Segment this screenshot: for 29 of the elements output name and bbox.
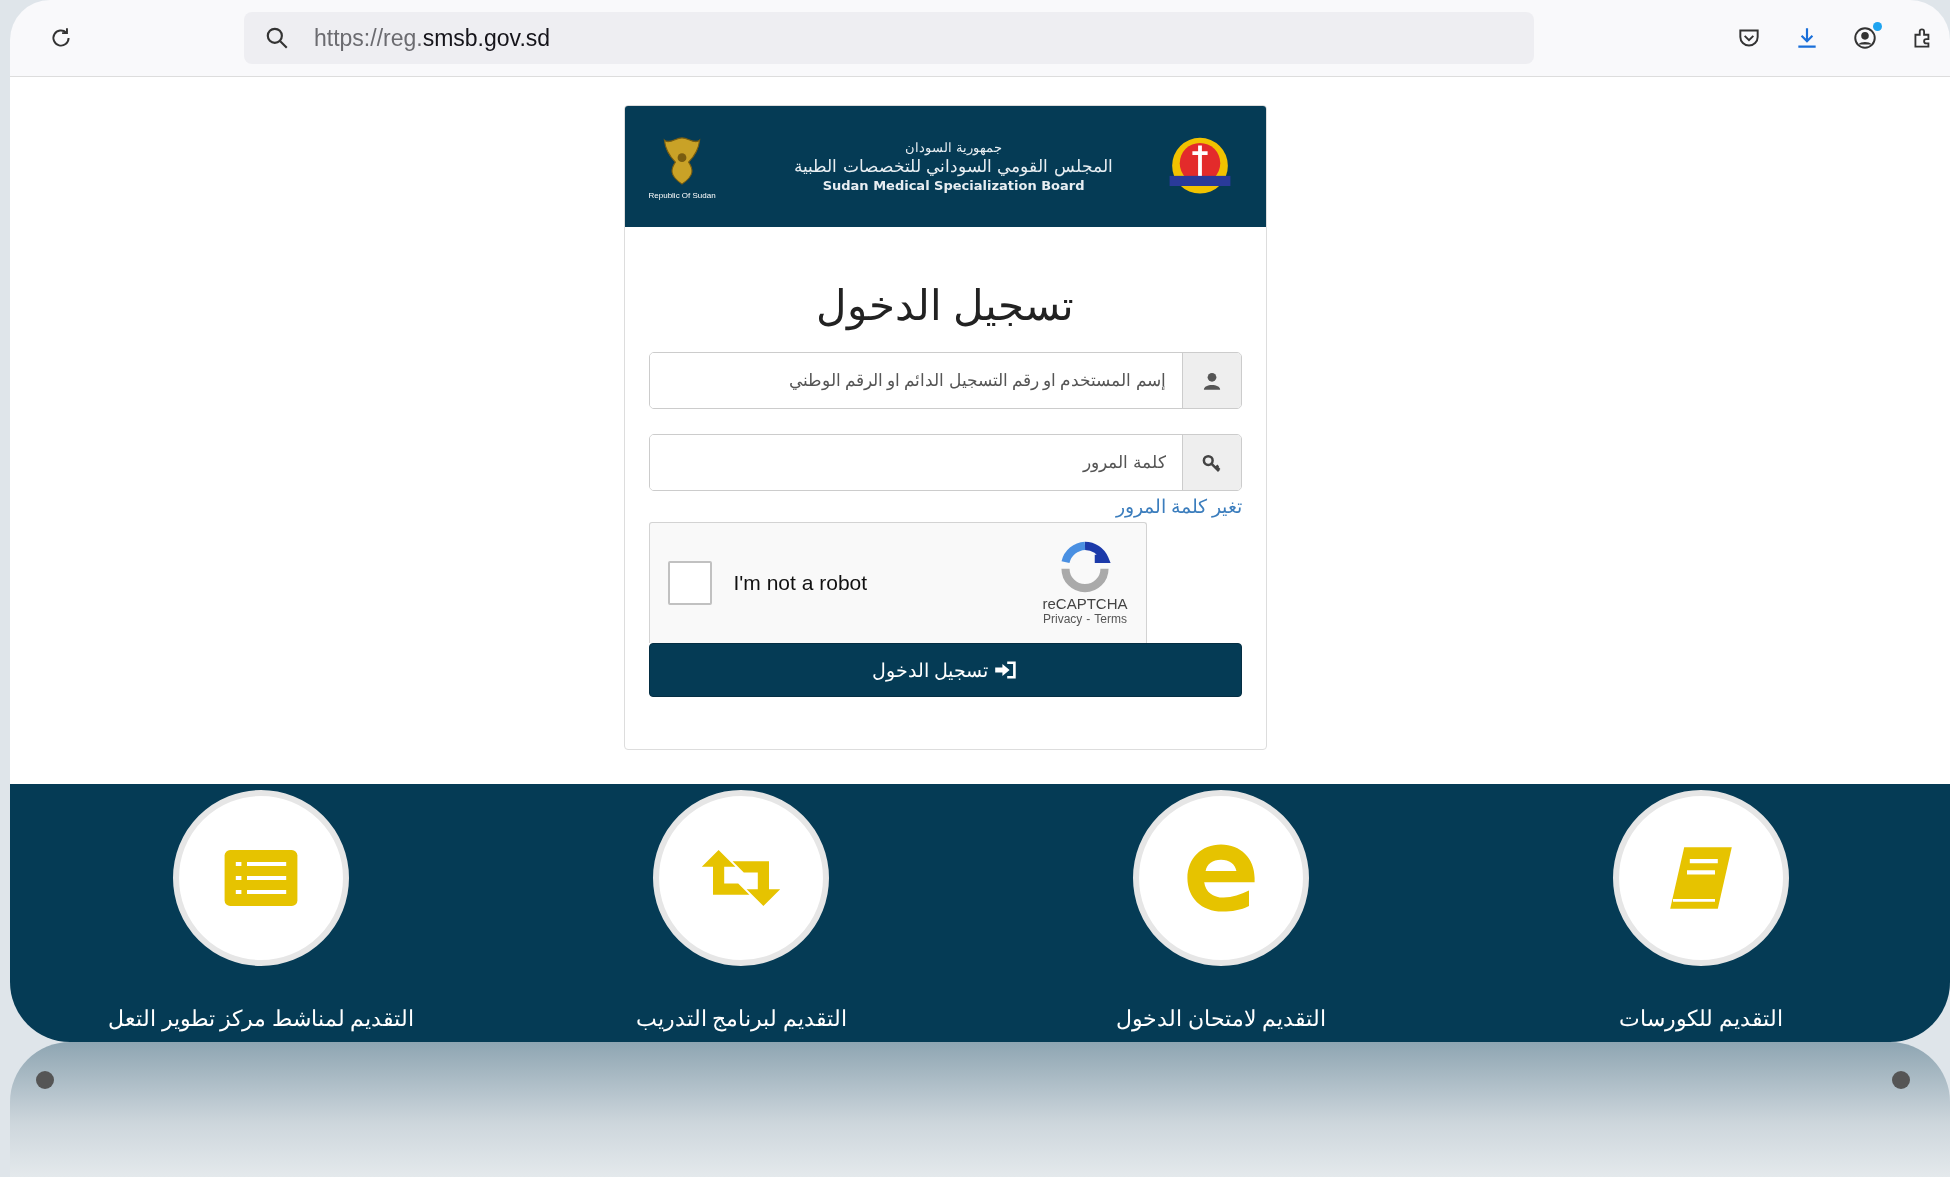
board-name-arabic: المجلس القومي السوداني للتخصصات الطبية bbox=[794, 156, 1113, 178]
board-name-english: Sudan Medical Specialization Board bbox=[822, 177, 1085, 193]
input-field[interactable]: إسم المستخدم او رقم التسجيل الدائم او الرقم الوطني bbox=[648, 352, 1242, 409]
address-bar[interactable]: https://reg.smsb.gov.sd bbox=[244, 12, 1534, 64]
sign-in-icon bbox=[993, 660, 1018, 680]
url-text: https://reg.smsb.gov.sd bbox=[314, 24, 551, 52]
captcha-checkbox[interactable] bbox=[667, 561, 712, 605]
link-separator: - bbox=[1086, 611, 1091, 626]
terms-link[interactable]: Terms bbox=[1094, 611, 1127, 626]
service-label[interactable]: التقديم لبرنامج التدريب bbox=[635, 1006, 847, 1032]
account-icon[interactable] bbox=[1852, 25, 1878, 51]
input-field[interactable]: كلمة المرور bbox=[648, 434, 1242, 491]
privacy-link[interactable]: Privacy bbox=[1043, 611, 1083, 626]
change-password-link[interactable]: تغير كلمة المرور bbox=[1116, 495, 1242, 518]
login-button[interactable]: تسجيل الدخول bbox=[648, 643, 1242, 697]
recaptcha-brand: reCAPTCHA bbox=[1042, 594, 1128, 612]
country-name: جمهورية السودان bbox=[905, 140, 1003, 156]
user-icon bbox=[1201, 370, 1222, 391]
carousel-dot[interactable] bbox=[36, 1070, 54, 1089]
captcha-label: I'm not a robot bbox=[733, 571, 868, 595]
login-title: تسجيل الدخول bbox=[814, 281, 1076, 330]
service-label[interactable]: التقديم لمناشط مركز تطوير التعل bbox=[108, 1006, 414, 1032]
key-icon bbox=[1201, 452, 1222, 473]
search-icon bbox=[264, 25, 290, 51]
emblem-caption: Republic Of Sudan bbox=[648, 191, 716, 200]
carousel-dot[interactable] bbox=[1892, 1070, 1910, 1089]
recaptcha-logo-icon bbox=[1059, 540, 1111, 593]
service-label[interactable]: التقديم لامتحان الدخول bbox=[1116, 1006, 1326, 1032]
service-label[interactable]: التقديم للكورسات bbox=[1619, 1006, 1783, 1032]
